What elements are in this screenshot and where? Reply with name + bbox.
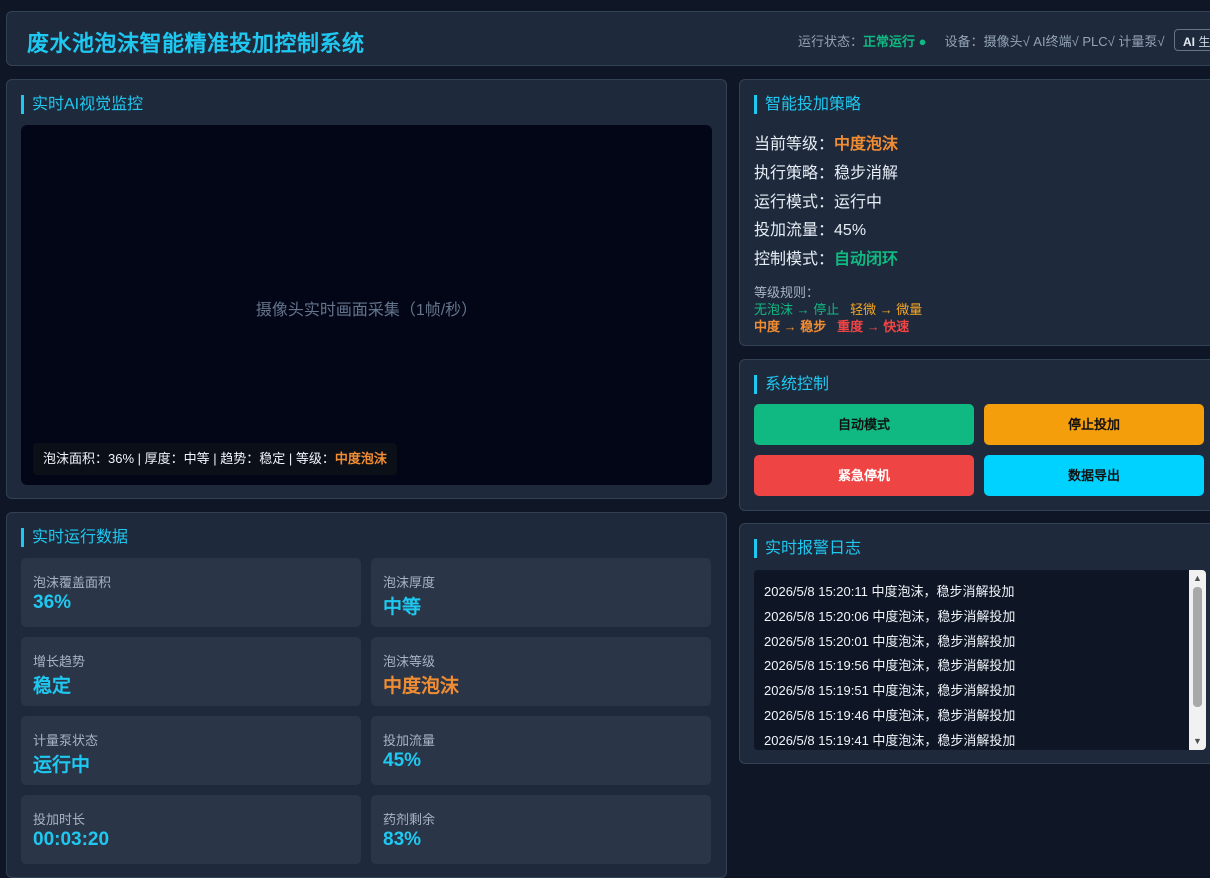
- ai-badge-rest: 生成: [1198, 35, 1210, 49]
- current-level-row: 当前等级：中度泡沫: [754, 130, 898, 154]
- auto-mode-button[interactable]: 自动模式: [754, 404, 974, 445]
- log-panel-title: 实时报警日志: [754, 539, 861, 558]
- alarm-log-list[interactable]: 2026/5/8 15:20:11 中度泡沫，稳步消解投加 2026/5/8 1…: [754, 570, 1206, 750]
- devices-value: 摄像头√ AI终端√ PLC√ 计量泵√: [983, 34, 1165, 49]
- card-label: 投加流量: [383, 733, 436, 748]
- log-entry: 2026/5/8 15:19:41 中度泡沫，稳步消解投加: [764, 733, 1016, 748]
- rule-none: 无泡沫 → 停止: [754, 302, 840, 317]
- control-panel-title: 系统控制: [754, 375, 829, 394]
- rule-medium: 中度 → 稳步: [754, 319, 827, 334]
- card-value: 运行中: [33, 755, 91, 776]
- page-title: 废水池泡沫智能精准投加控制系统: [27, 31, 365, 56]
- policy-label: 执行策略：: [754, 165, 835, 182]
- card-label: 投加时长: [33, 812, 86, 827]
- emergency-stop-button[interactable]: 紧急停机: [754, 455, 974, 496]
- alarm-log-panel: 实时报警日志 2026/5/8 15:20:11 中度泡沫，稳步消解投加 202…: [739, 523, 1210, 764]
- card-dosing-duration: 投加时长 00:03:20: [21, 795, 361, 864]
- card-label: 增长趋势: [33, 654, 86, 669]
- log-entry: 2026/5/8 15:20:11 中度泡沫，稳步消解投加: [764, 584, 1015, 599]
- rule-light: 轻微 → 微量: [850, 302, 923, 317]
- flow-value: 45%: [834, 222, 867, 239]
- card-value: 中度泡沫: [383, 676, 460, 697]
- run-mode-value: 运行中: [834, 194, 883, 211]
- log-entry: 2026/5/8 15:20:06 中度泡沫，稳步消解投加: [764, 609, 1016, 624]
- status-label: 运行状态：: [798, 34, 864, 49]
- policy-value: 稳步消解: [834, 165, 899, 182]
- export-data-button[interactable]: 数据导出: [984, 455, 1204, 496]
- card-label: 泡沫厚度: [383, 575, 436, 590]
- scroll-thumb[interactable]: [1193, 587, 1202, 707]
- ai-badge-strong: AI: [1183, 35, 1195, 49]
- current-level-label: 当前等级：: [754, 136, 835, 153]
- log-entry: 2026/5/8 15:19:51 中度泡沫，稳步消解投加: [764, 683, 1016, 698]
- devices-label: 设备：: [944, 34, 984, 49]
- scroll-up-arrow-icon[interactable]: ▲: [1189, 570, 1206, 587]
- detection-overlay: 泡沫面积：36% | 厚度：中等 | 趋势：稳定 | 等级：中度泡沫: [33, 443, 397, 475]
- log-scrollbar[interactable]: ▲ ▼: [1189, 570, 1206, 750]
- overlay-level: 中度泡沫: [334, 451, 387, 466]
- card-chemical-remaining: 药剂剩余 83%: [371, 795, 711, 864]
- ai-generated-badge: AI 生成: [1174, 29, 1210, 51]
- card-dosing-flow: 投加流量 45%: [371, 716, 711, 785]
- status-bar: 运行状态：正常运行 ● 设备：摄像头√ AI终端√ PLC√ 计量泵√: [798, 31, 1165, 50]
- card-foam-area: 泡沫覆盖面积 36%: [21, 558, 361, 627]
- overlay-text: 泡沫面积：36% | 厚度：中等 | 趋势：稳定 | 等级：: [43, 451, 335, 466]
- camera-placeholder: 摄像头实时画面采集（1帧/秒）: [255, 302, 478, 319]
- run-mode-label: 运行模式：: [754, 194, 835, 211]
- card-value: 83%: [383, 829, 422, 850]
- flow-label: 投加流量：: [754, 222, 835, 239]
- card-label: 泡沫覆盖面积: [33, 575, 112, 590]
- realtime-data-panel: 实时运行数据 泡沫覆盖面积 36% 泡沫厚度 中等 增长趋势 稳定 泡沫等级 中…: [6, 512, 727, 878]
- card-label: 计量泵状态: [33, 733, 99, 748]
- dosing-strategy-panel: 智能投加策略 当前等级：中度泡沫 执行策略：稳步消解 运行模式：运行中 投加流量…: [739, 79, 1210, 346]
- card-growth-trend: 增长趋势 稳定: [21, 637, 361, 706]
- control-mode-row: 控制模式：自动闭环: [754, 245, 898, 269]
- strategy-panel-title: 智能投加策略: [754, 95, 861, 114]
- card-value: 中等: [383, 597, 422, 618]
- log-entry: 2026/5/8 15:20:01 中度泡沫，稳步消解投加: [764, 634, 1016, 649]
- status-value: 正常运行 ●: [863, 34, 927, 49]
- log-entry: 2026/5/8 15:19:56 中度泡沫，稳步消解投加: [764, 658, 1016, 673]
- current-level-value: 中度泡沫: [834, 136, 899, 153]
- card-value: 00:03:20: [33, 829, 110, 850]
- control-mode-label: 控制模式：: [754, 251, 835, 268]
- rule-heavy: 重度 → 快速: [837, 319, 910, 334]
- card-label: 泡沫等级: [383, 654, 436, 669]
- card-pump-status: 计量泵状态 运行中: [21, 716, 361, 785]
- rules-row-2: 中度 → 稳步 重度 → 快速: [754, 316, 909, 335]
- run-mode-row: 运行模式：运行中: [754, 188, 882, 212]
- card-foam-level: 泡沫等级 中度泡沫: [371, 637, 711, 706]
- card-value: 稳定: [33, 676, 72, 697]
- card-label: 药剂剩余: [383, 812, 436, 827]
- stop-dosing-button[interactable]: 停止投加: [984, 404, 1204, 445]
- card-value: 36%: [33, 592, 72, 613]
- scroll-down-arrow-icon[interactable]: ▼: [1189, 733, 1206, 750]
- card-foam-thickness: 泡沫厚度 中等: [371, 558, 711, 627]
- policy-row: 执行策略：稳步消解: [754, 159, 898, 183]
- video-panel-title: 实时AI视觉监控: [21, 95, 143, 114]
- log-entry: 2026/5/8 15:19:46 中度泡沫，稳步消解投加: [764, 708, 1016, 723]
- app-header: 废水池泡沫智能精准投加控制系统 运行状态：正常运行 ● 设备：摄像头√ AI终端…: [6, 11, 1210, 66]
- card-value: 45%: [383, 750, 422, 771]
- camera-feed[interactable]: 摄像头实时画面采集（1帧/秒） 泡沫面积：36% | 厚度：中等 | 趋势：稳定…: [21, 125, 712, 485]
- system-control-panel: 系统控制 自动模式 停止投加 紧急停机 数据导出: [739, 359, 1210, 511]
- control-mode-value: 自动闭环: [834, 251, 899, 268]
- flow-row: 投加流量：45%: [754, 216, 866, 240]
- video-monitor-panel: 实时AI视觉监控 摄像头实时画面采集（1帧/秒） 泡沫面积：36% | 厚度：中…: [6, 79, 727, 499]
- data-panel-title: 实时运行数据: [21, 528, 128, 547]
